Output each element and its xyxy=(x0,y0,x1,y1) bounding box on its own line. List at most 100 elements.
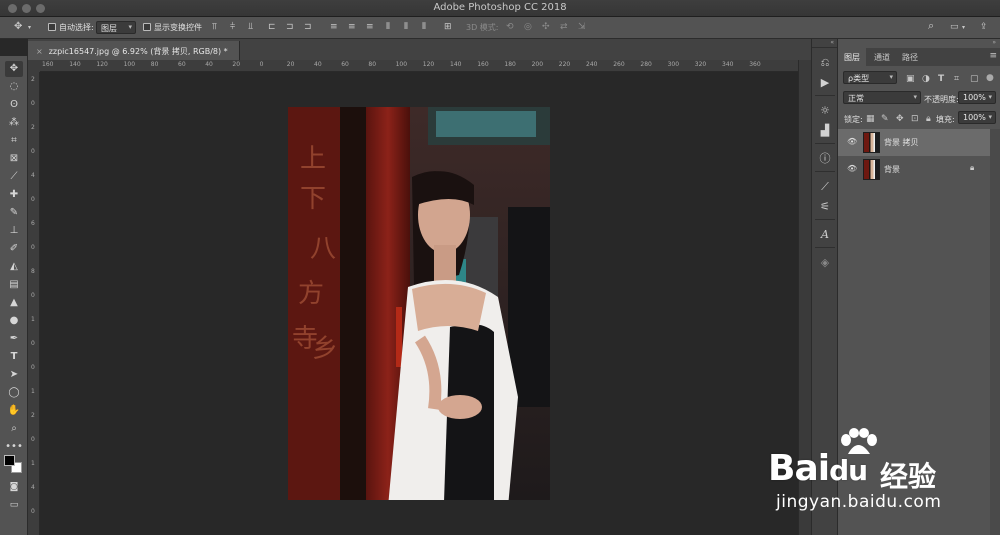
healing-brush-tool[interactable]: ✚ xyxy=(5,187,23,203)
brushes-panel-icon[interactable]: ⟋ xyxy=(817,179,833,195)
tab-layers[interactable]: 图层 xyxy=(838,48,866,66)
align-hcenter-icon[interactable]: ⊐ xyxy=(286,22,294,32)
panel-menu-icon[interactable]: ≡ xyxy=(989,51,997,61)
type-tool[interactable]: T xyxy=(5,349,23,365)
filter-kind-value: ρ类型 xyxy=(848,74,870,83)
character-panel-icon[interactable]: A xyxy=(817,227,833,243)
auto-select-dropdown[interactable]: 图层 ▾ xyxy=(96,21,136,34)
lock-artboard-icon[interactable]: ⊡ xyxy=(911,114,919,124)
actions-panel-icon[interactable]: ▶ xyxy=(817,75,833,91)
quick-mask-button[interactable]: ◙ xyxy=(5,479,23,495)
eraser-tool[interactable]: ◭ xyxy=(5,259,23,275)
tab-channels[interactable]: 通道 xyxy=(868,48,896,66)
collapse-toggle[interactable]: » xyxy=(992,39,996,46)
filter-pixel-icon[interactable]: ▣ xyxy=(906,74,915,84)
dodge-tool[interactable]: ● xyxy=(5,313,23,329)
auto-align-icon[interactable]: ⊞ xyxy=(444,22,452,32)
filter-kind-dropdown[interactable]: ρ类型 ▾ xyxy=(843,71,897,84)
lock-all-icon[interactable]: 🔒︎ xyxy=(926,114,931,124)
fill-field[interactable]: 100% ▾ xyxy=(958,111,996,124)
screen-mode-button[interactable]: ▭ xyxy=(5,497,23,513)
brush-tool[interactable]: ✎ xyxy=(5,205,23,221)
properties-panel-icon[interactable]: ◈ xyxy=(817,255,833,271)
histogram-panel-icon[interactable]: ▟ xyxy=(817,123,833,139)
show-transform-checkbox[interactable]: 显示变换控件 xyxy=(143,22,202,33)
roll-3d-icon[interactable]: ◎ xyxy=(524,22,532,32)
vertical-ruler[interactable]: 2 0 2 0 4 0 6 0 8 0 1 0 0 1 2 0 1 4 0 xyxy=(28,72,40,535)
pan-3d-icon[interactable]: ✣ xyxy=(542,22,550,32)
workspace-icon[interactable]: ▭ xyxy=(950,22,959,32)
lock-image-icon[interactable]: ✎ xyxy=(881,114,889,124)
chevron-down-icon[interactable]: ▾ xyxy=(962,23,965,33)
chevron-down-icon[interactable]: ▾ xyxy=(28,23,31,33)
adjustments-panel-icon[interactable]: ☼ xyxy=(817,103,833,119)
clone-stamp-tool[interactable]: ⊥ xyxy=(5,223,23,239)
crop-tool[interactable]: ⌗ xyxy=(5,133,23,149)
auto-select-value: 图层 xyxy=(101,24,117,33)
filter-adjustment-icon[interactable]: ◑ xyxy=(922,74,930,84)
filter-type-icon[interactable]: T xyxy=(938,74,944,84)
distribute-hcenter-icon[interactable]: ⦀ xyxy=(404,22,408,32)
distribute-top-icon[interactable]: ≡ xyxy=(330,22,338,32)
document-image[interactable]: 上下 八方 寺乡 xyxy=(288,107,550,500)
foreground-color-swatch[interactable] xyxy=(4,455,15,466)
move-tool-icon[interactable]: ✥ xyxy=(14,22,22,32)
document-tab[interactable]: × zzpic16547.jpg @ 6.92% (背景 拷贝, RGB/8) * xyxy=(28,41,240,60)
history-brush-tool[interactable]: ✐ xyxy=(5,241,23,257)
layer-name[interactable]: 背景 拷贝 xyxy=(884,137,919,148)
align-top-icon[interactable]: ⫪ xyxy=(212,22,217,32)
filter-toggle-icon[interactable]: ● xyxy=(986,73,994,83)
slide-3d-icon[interactable]: ⇄ xyxy=(560,22,568,32)
filter-shape-icon[interactable]: ⌗ xyxy=(954,74,959,84)
move-tool[interactable]: ✥ xyxy=(5,61,23,77)
pen-tool[interactable]: ✒ xyxy=(5,331,23,347)
eyedropper-tool[interactable]: ⟋ xyxy=(5,169,23,185)
ruler-origin[interactable] xyxy=(28,60,40,72)
history-panel-icon[interactable]: ⎌ xyxy=(817,55,833,71)
eye-icon[interactable]: 👁︎ xyxy=(847,164,857,173)
filter-smart-object-icon[interactable]: ▢ xyxy=(970,74,979,84)
eye-icon[interactable]: 👁︎ xyxy=(847,137,857,146)
horizontal-ruler[interactable]: 160 140 120 100 80 60 40 20 0 20 40 60 80 100 120 140 16… xyxy=(40,60,798,72)
shape-tool[interactable]: ◯ xyxy=(5,385,23,401)
blur-tool[interactable]: ▲ xyxy=(5,295,23,311)
close-icon[interactable]: × xyxy=(36,47,43,56)
zoom-tool[interactable]: ⌕ xyxy=(5,421,23,437)
auto-select-checkbox[interactable]: 自动选择: xyxy=(48,22,94,33)
lock-position-icon[interactable]: ✥ xyxy=(896,114,904,124)
orbit-3d-icon[interactable]: ⟲ xyxy=(506,22,514,32)
lasso-tool[interactable]: ʘ xyxy=(5,97,23,113)
scale-3d-icon[interactable]: ⇲ xyxy=(578,22,586,32)
magic-wand-tool[interactable]: ⁂ xyxy=(5,115,23,131)
share-icon[interactable]: ⇪ xyxy=(980,22,988,32)
align-right-icon[interactable]: ⊐ xyxy=(304,22,312,32)
brush-settings-panel-icon[interactable]: ⚟ xyxy=(817,199,833,215)
tab-paths[interactable]: 路径 xyxy=(896,48,924,66)
distribute-left-icon[interactable]: ⦀ xyxy=(386,22,390,32)
layer-name[interactable]: 背景 xyxy=(884,164,900,175)
ruler-tick-label: 140 xyxy=(69,61,81,68)
path-selection-tool[interactable]: ➤ xyxy=(5,367,23,383)
blend-mode-dropdown[interactable]: 正常 ▾ xyxy=(843,91,921,104)
lock-icon[interactable]: 🔒︎ xyxy=(970,163,974,173)
lock-row: 锁定: ▦ ✎ ✥ ⊡ 🔒︎ 填充: 100% ▾ xyxy=(838,111,1000,127)
opacity-field[interactable]: 100% ▾ xyxy=(958,91,996,104)
info-panel-icon[interactable]: ⓘ xyxy=(817,151,833,167)
distribute-right-icon[interactable]: ⦀ xyxy=(422,22,426,32)
layer-row[interactable]: 👁︎ 背景 🔒︎ xyxy=(838,156,990,183)
marquee-tool[interactable]: ◌ xyxy=(5,79,23,95)
gradient-tool[interactable]: ▤ xyxy=(5,277,23,293)
hand-tool[interactable]: ✋ xyxy=(5,403,23,419)
distribute-bottom-icon[interactable]: ≡ xyxy=(366,22,374,32)
frame-tool[interactable]: ⊠ xyxy=(5,151,23,167)
layer-row[interactable]: 👁︎ 背景 拷贝 xyxy=(838,129,990,156)
align-left-icon[interactable]: ⊏ xyxy=(268,22,276,32)
align-bottom-icon[interactable]: ⫫ xyxy=(248,22,253,32)
distribute-vcenter-icon[interactable]: ≡ xyxy=(348,22,356,32)
collapse-toggle[interactable]: « xyxy=(812,39,837,48)
ruler-tick-label: 80 xyxy=(150,61,159,68)
lock-transparent-icon[interactable]: ▦ xyxy=(866,114,875,124)
color-swatches[interactable] xyxy=(4,455,22,473)
align-vcenter-icon[interactable]: ⫩ xyxy=(230,22,235,32)
search-icon[interactable]: ⌕ xyxy=(928,20,934,31)
